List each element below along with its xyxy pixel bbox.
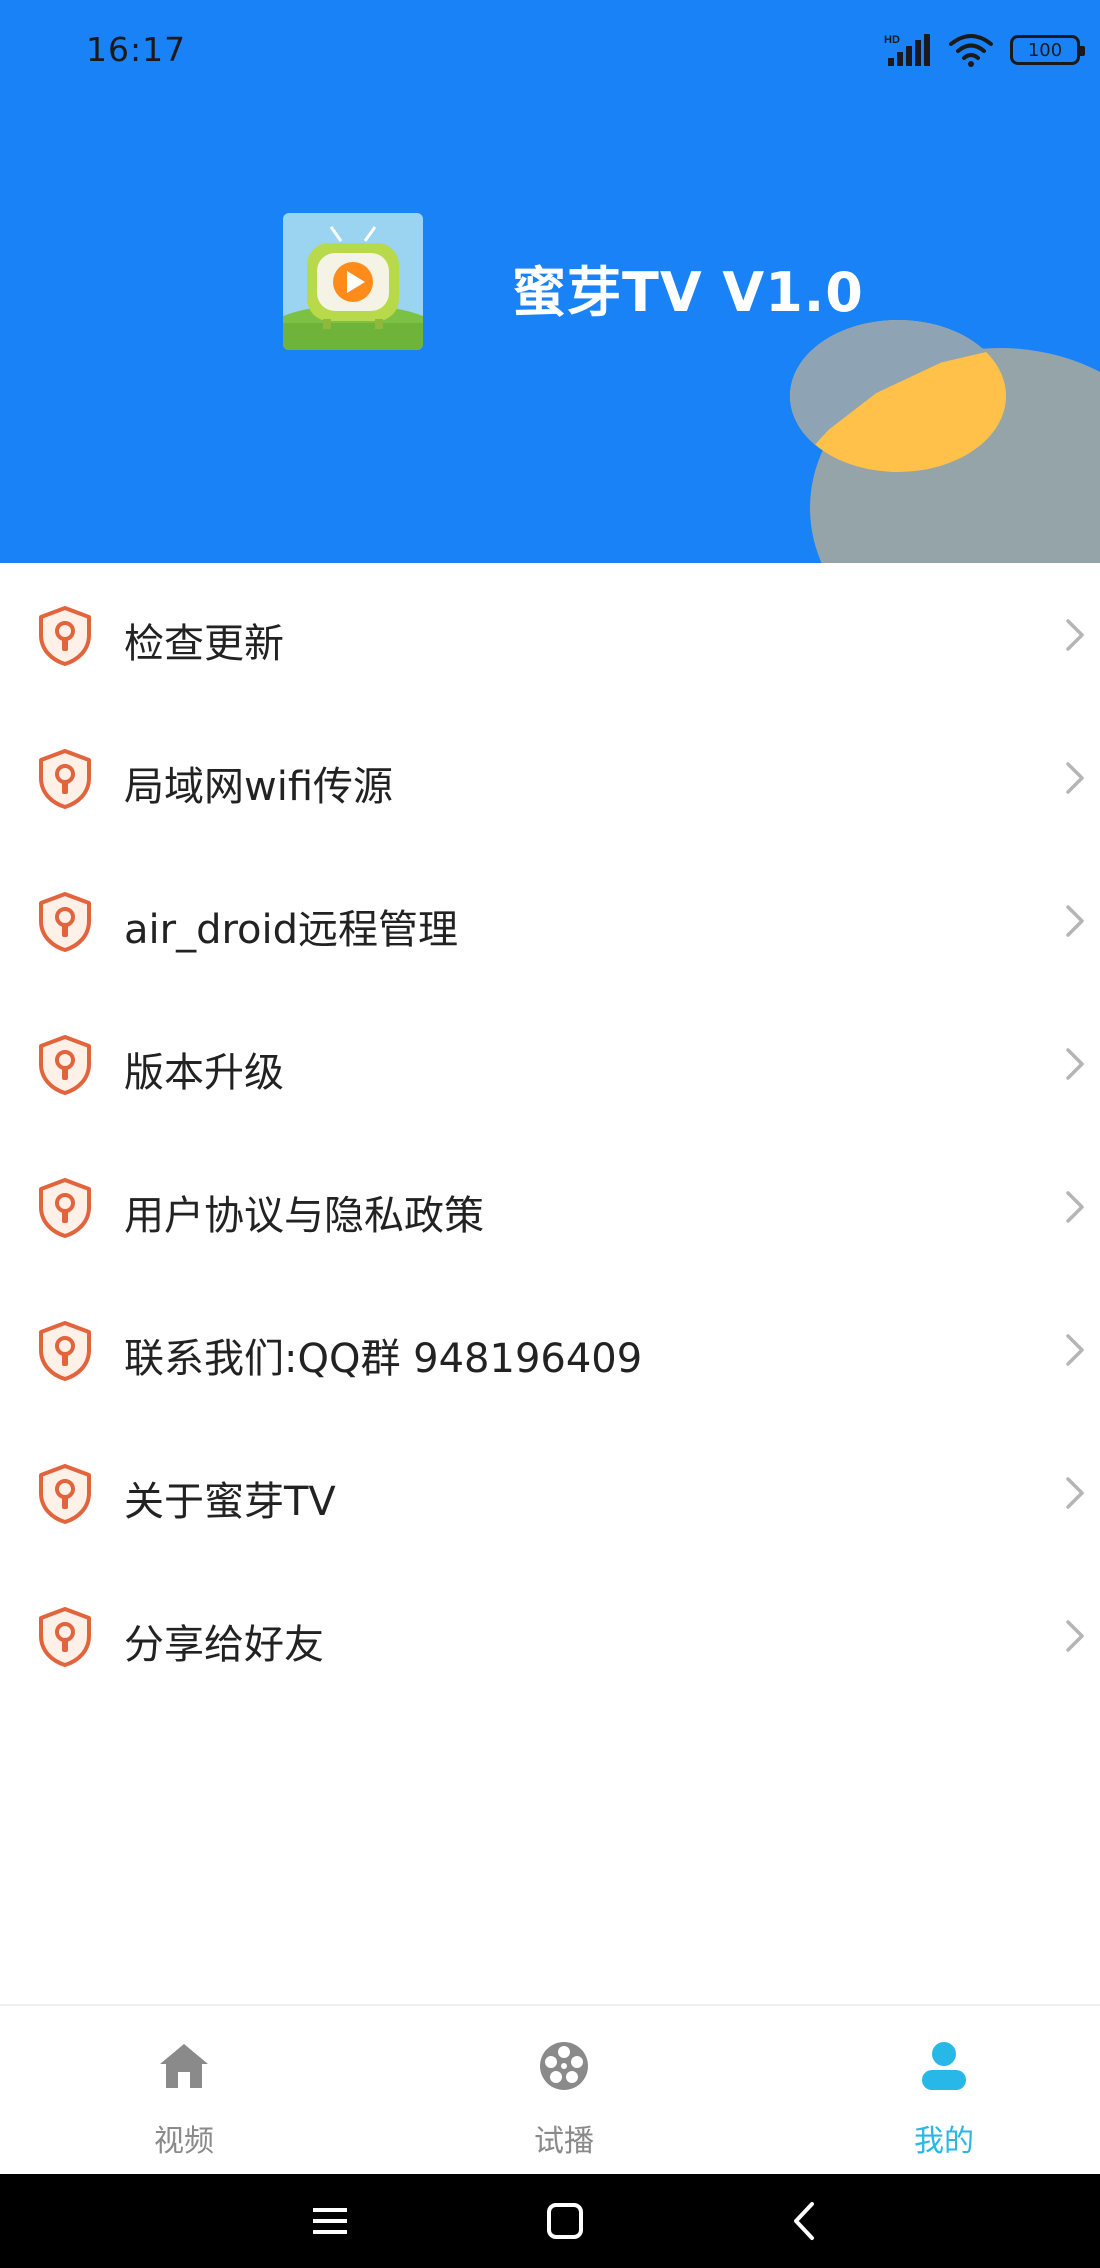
menu-item-label: air_droid远程管理	[124, 907, 459, 953]
menu-item-label: 联系我们:QQ群 948196409	[124, 1336, 643, 1382]
shield-keyhole-icon	[39, 1035, 91, 1095]
shield-keyhole-icon	[39, 892, 91, 952]
menu-item[interactable]: air_droid远程管理	[0, 849, 1100, 992]
chevron-right-icon	[1066, 1191, 1084, 1223]
menu-item-label: 关于蜜芽TV	[124, 1479, 336, 1525]
chevron-right-icon	[1066, 905, 1084, 937]
back-icon[interactable]	[780, 2196, 830, 2246]
shield-keyhole-icon	[39, 606, 91, 666]
battery-level: 100	[1027, 39, 1063, 61]
film-reel-icon	[540, 2042, 588, 2090]
menu-item[interactable]: 关于蜜芽TV	[0, 1421, 1100, 1564]
menu-item[interactable]: 局域网wifi传源	[0, 706, 1100, 849]
system-nav-bar	[0, 2174, 1100, 2268]
network-badge: HD	[884, 34, 900, 46]
tab-video-label: 视频	[154, 2124, 214, 2159]
tab-mine[interactable]: 我的	[844, 2006, 1044, 2176]
tab-trial-label: 试播	[534, 2124, 594, 2159]
chevron-right-icon	[1066, 1477, 1084, 1509]
battery-icon: 100	[1010, 35, 1085, 65]
menu-icon[interactable]	[305, 2196, 355, 2246]
menu-item-label: 用户协议与隐私政策	[124, 1193, 484, 1239]
cellular-signal-icon: HD	[884, 34, 930, 66]
tab-trial[interactable]: 试播	[464, 2006, 664, 2176]
status-bar: 16:17 HD 100	[0, 0, 1100, 104]
menu-item-label: 检查更新	[124, 621, 284, 667]
profile-header: 16:17 HD 100 蜜芽TV V1.0	[0, 0, 1100, 563]
wifi-icon	[949, 34, 993, 67]
settings-menu: 检查更新局域网wifi传源 air_droid远程管理 版本升级用户协议与隐私政策联…	[0, 563, 1100, 1707]
app-title: 蜜芽TV V1.0	[512, 261, 864, 324]
menu-item-label: 局域网wifi传源	[124, 764, 394, 810]
chevron-right-icon	[1066, 1334, 1084, 1366]
tab-video[interactable]: 视频	[84, 2006, 284, 2176]
app-screen: 16:17 HD 100 蜜芽TV V1.0 检查更新 局域网wifi传源 ai…	[0, 0, 1100, 2268]
menu-item[interactable]: 用户协议与隐私政策	[0, 1135, 1100, 1278]
menu-item[interactable]: 联系我们:QQ群 948196409	[0, 1278, 1100, 1421]
chevron-right-icon	[1066, 762, 1084, 794]
shield-keyhole-icon	[39, 1178, 91, 1238]
user-icon	[922, 2042, 966, 2090]
shield-keyhole-icon	[39, 1607, 91, 1667]
app-logo	[283, 213, 423, 350]
menu-item-label: 版本升级	[124, 1050, 284, 1096]
status-icons: HD 100	[884, 30, 1085, 70]
bottom-nav: 视频 试播 我的	[0, 2004, 1100, 2174]
tab-mine-label: 我的	[914, 2124, 974, 2159]
menu-item[interactable]: 分享给好友	[0, 1564, 1100, 1707]
chevron-right-icon	[1066, 619, 1084, 651]
menu-item-label: 分享给好友	[124, 1622, 324, 1668]
status-time: 16:17	[86, 30, 187, 69]
chevron-right-icon	[1066, 1048, 1084, 1080]
shield-keyhole-icon	[39, 1321, 91, 1381]
menu-item[interactable]: 检查更新	[0, 563, 1100, 706]
chevron-right-icon	[1066, 1620, 1084, 1652]
shield-keyhole-icon	[39, 749, 91, 809]
home-square-icon[interactable]	[540, 2196, 590, 2246]
shield-keyhole-icon	[39, 1464, 91, 1524]
menu-item[interactable]: 版本升级	[0, 992, 1100, 1135]
home-icon	[160, 2044, 208, 2088]
